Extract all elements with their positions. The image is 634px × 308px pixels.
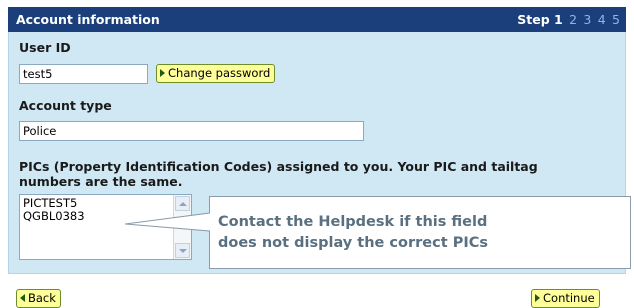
section-header: Account information Step 1 2 3 4 5	[8, 7, 626, 32]
continue-label: Continue	[543, 291, 595, 305]
account-type-label: Account type	[19, 98, 112, 113]
callout-line1: Contact the Helpdesk if this field	[218, 214, 488, 230]
section-title: Account information	[16, 12, 160, 27]
back-label: Back	[28, 291, 56, 305]
pics-label-line2: numbers are the same.	[19, 174, 183, 189]
arrow-right-icon	[160, 69, 165, 77]
callout-line2: does not display the correct PICs	[218, 235, 488, 251]
pics-listbox[interactable]: PICTEST5 QGBL0383	[19, 194, 192, 260]
chevron-up-icon	[178, 201, 187, 206]
scroll-down-button[interactable]	[175, 243, 190, 258]
back-button[interactable]: Back	[16, 289, 61, 308]
step-label: Step	[517, 12, 550, 27]
user-id-label: User ID	[19, 40, 71, 55]
step-link-5[interactable]: 5	[612, 12, 620, 27]
pics-label-line1: PICs (Property Identification Codes) ass…	[19, 159, 538, 174]
arrow-right-icon	[535, 294, 540, 302]
callout-text: Contact the Helpdesk if this field does …	[218, 212, 488, 254]
scroll-up-button[interactable]	[175, 196, 190, 211]
change-password-button[interactable]: Change password	[156, 64, 276, 83]
step-current: 1	[554, 12, 563, 27]
step-link-2[interactable]: 2	[569, 12, 577, 27]
user-id-field[interactable]: test5	[19, 64, 148, 84]
account-type-field: Police	[19, 121, 364, 141]
chevron-down-icon	[178, 248, 187, 253]
step-link-4[interactable]: 4	[598, 12, 606, 27]
step-link-3[interactable]: 3	[583, 12, 591, 27]
arrow-left-icon	[20, 294, 25, 302]
step-indicator: Step 1 2 3 4 5	[517, 12, 620, 27]
continue-button[interactable]: Continue	[531, 289, 600, 308]
change-password-label: Change password	[168, 66, 271, 80]
listbox-scrollbar[interactable]	[173, 195, 191, 259]
pic-item[interactable]: QGBL0383	[23, 210, 85, 223]
